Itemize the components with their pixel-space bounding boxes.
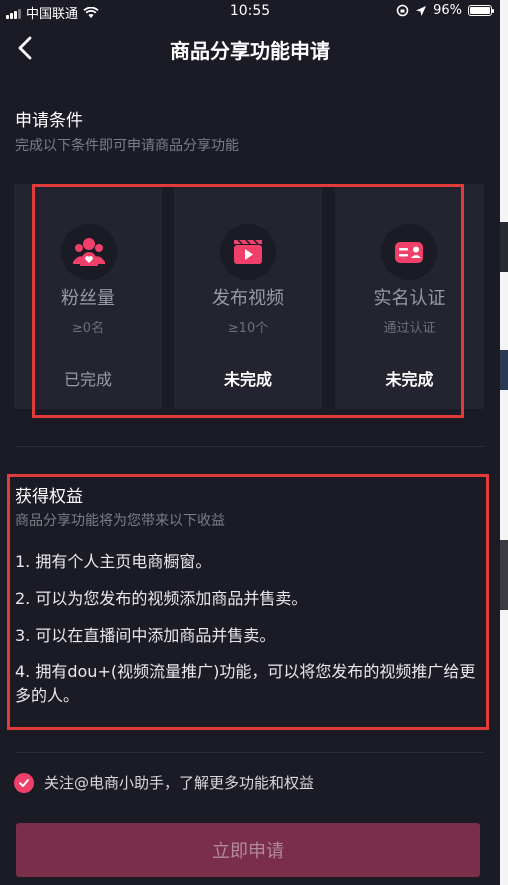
background-page-edge	[500, 0, 508, 885]
battery-percent: 96%	[433, 3, 462, 18]
video-icon	[220, 224, 276, 280]
nav-bar: 商品分享功能申请	[0, 22, 500, 74]
page-title: 商品分享功能申请	[170, 39, 330, 63]
id-card-icon	[381, 224, 437, 280]
card-title: 粉丝量	[61, 288, 115, 309]
benefit-item: 4. 拥有dou+(视频流量推广)功能，可以将您发布的视频推广给更多的人。	[15, 662, 476, 705]
agreement-text: 关注@电商小助手，了解更多功能和权益	[44, 774, 315, 792]
card-status: 已完成	[63, 370, 112, 389]
card-requirement: 通过认证	[383, 321, 436, 336]
benefits-title: 获得权益	[15, 487, 83, 507]
check-icon	[19, 778, 29, 787]
condition-card-video: 发布视频 ≥10个 未完成	[174, 184, 322, 409]
condition-cards: 粉丝量 ≥0名 已完成 发布视频 ≥10个 未完成 实名认证 通过认证 未完成	[14, 184, 484, 409]
benefit-item: 3. 可以在直播间中添加商品并售卖。	[15, 626, 276, 645]
battery-icon	[468, 5, 494, 16]
divider	[15, 446, 485, 447]
apply-button[interactable]: 立即申请	[16, 823, 480, 877]
checkbox-checked[interactable]	[14, 772, 34, 793]
benefit-item: 1. 拥有个人主页电商橱窗。	[15, 552, 212, 571]
status-right: 96%	[396, 3, 494, 18]
card-title: 实名认证	[373, 288, 446, 309]
card-requirement: ≥10个	[227, 321, 269, 336]
condition-card-fans: 粉丝量 ≥0名 已完成	[14, 184, 162, 409]
card-status: 未完成	[385, 370, 434, 389]
fans-icon	[61, 224, 117, 280]
card-status: 未完成	[223, 370, 272, 389]
divider	[15, 752, 485, 753]
card-requirement: ≥0名	[71, 321, 105, 336]
benefits-subtitle: 商品分享功能将为您带来以下收益	[15, 513, 225, 529]
screen: 中国联通 10:55 96% 商品分享功能申请 申请条件 完成以下条件即可申请商…	[0, 0, 508, 885]
conditions-subtitle: 完成以下条件即可申请商品分享功能	[15, 138, 239, 154]
status-bar: 中国联通 10:55 96%	[0, 0, 500, 22]
conditions-title: 申请条件	[15, 111, 83, 131]
orientation-lock-icon	[396, 4, 409, 17]
card-title: 发布视频	[212, 288, 284, 309]
condition-card-verification: 实名认证 通过认证 未完成	[335, 184, 484, 409]
location-icon	[416, 5, 427, 16]
agreement-row[interactable]: 关注@电商小助手，了解更多功能和权益	[14, 772, 314, 793]
benefit-item: 2. 可以为您发布的视频添加商品并售卖。	[15, 589, 308, 608]
